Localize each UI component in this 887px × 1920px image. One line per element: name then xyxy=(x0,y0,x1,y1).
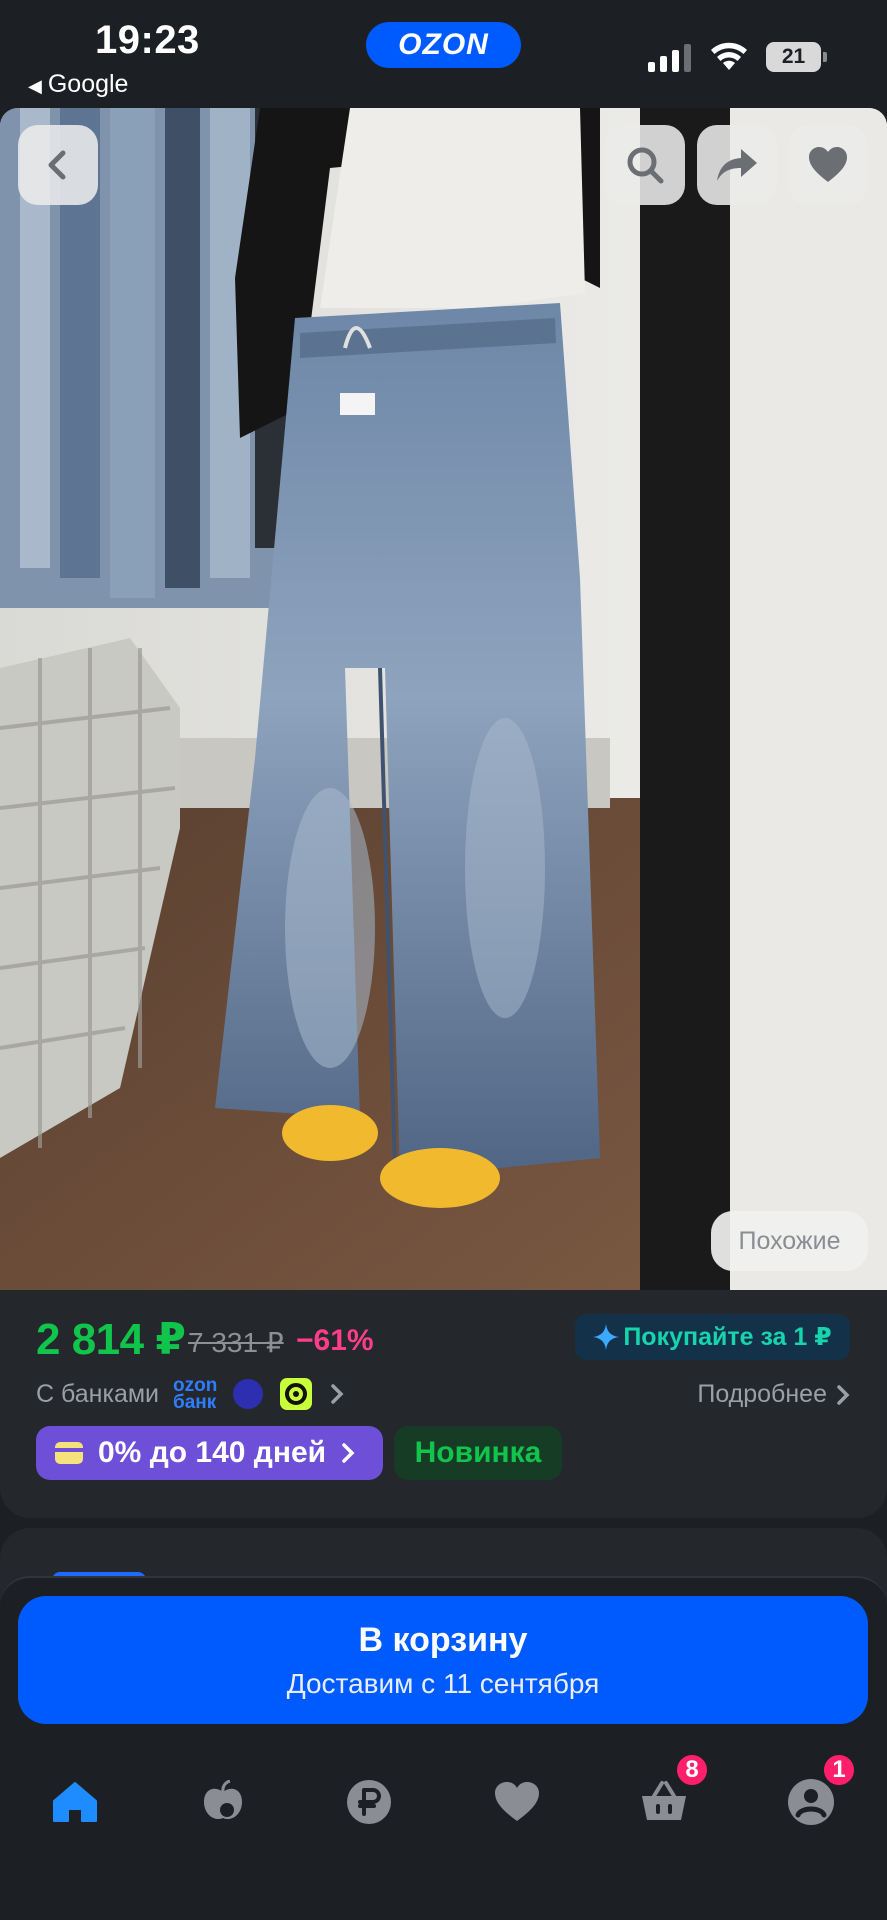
ozon-bank-logo-text-2: банк xyxy=(173,1392,217,1413)
bank-logo-round-icon xyxy=(233,1379,264,1409)
product-photo[interactable] xyxy=(0,108,887,1290)
chevron-right-icon xyxy=(837,1384,850,1405)
chevron-left-icon xyxy=(48,150,66,180)
status-time: 19:23 xyxy=(95,18,200,62)
tab-home[interactable] xyxy=(39,1766,111,1838)
cart-count-badge: 8 xyxy=(674,1752,710,1788)
tab-fresh[interactable] xyxy=(187,1766,259,1838)
installment-button[interactable]: 0% до 140 дней xyxy=(36,1426,383,1480)
profile-notification-badge: 1 xyxy=(821,1752,857,1788)
search-button[interactable] xyxy=(605,125,685,205)
search-icon xyxy=(627,147,664,184)
heart-icon xyxy=(809,147,847,182)
status-bar: 19:23 ◀ Google OZON 21 xyxy=(0,0,887,108)
share-icon xyxy=(717,149,757,181)
cart-icon xyxy=(642,1781,686,1820)
back-app-label: Google xyxy=(47,70,129,98)
bank-logo-green-icon xyxy=(280,1378,313,1410)
back-button[interactable] xyxy=(18,125,98,205)
profile-icon xyxy=(788,1779,834,1825)
add-to-cart-label: В корзину xyxy=(358,1620,528,1659)
product-photo-illustration xyxy=(0,108,887,1290)
share-button[interactable] xyxy=(697,125,777,205)
bottom-bar: В корзину Доставим с 11 сентября 8 1 xyxy=(0,1576,887,1920)
promo-label: Покупайте за 1 ₽ xyxy=(623,1323,832,1351)
similar-button[interactable]: Похожие xyxy=(711,1211,868,1271)
favorite-button[interactable] xyxy=(788,125,868,205)
fresh-icon xyxy=(204,1780,242,1820)
discount-badge: −61% xyxy=(296,1324,374,1357)
tab-favorites[interactable] xyxy=(481,1766,553,1838)
details-link[interactable]: Подробнее xyxy=(697,1380,851,1409)
delivery-date-label: Доставим с 11 сентября xyxy=(286,1667,600,1699)
back-to-app-link[interactable]: ◀ Google xyxy=(28,70,128,99)
ozon-bank-logo: ozon банк xyxy=(173,1376,217,1413)
price-card: 2 814 ₽ 7 331 ₽ −61% Покупайте за 1 ₽ С … xyxy=(0,1290,887,1518)
tab-finance[interactable] xyxy=(333,1766,405,1838)
bank-offers-row[interactable]: С банками ozon банк xyxy=(36,1372,347,1416)
wifi-icon xyxy=(711,42,747,70)
old-price: 7 331 ₽ xyxy=(188,1327,284,1358)
home-icon xyxy=(53,1782,97,1822)
banks-label: С банками xyxy=(36,1379,159,1408)
new-badge: Новинка xyxy=(394,1426,562,1480)
add-to-cart-button[interactable]: В корзину Доставим с 11 сентября xyxy=(18,1596,868,1724)
ruble-icon xyxy=(347,1780,391,1824)
battery-nub xyxy=(823,52,827,62)
ozon-logo: OZON xyxy=(366,22,521,68)
chevron-right-icon xyxy=(331,1384,344,1404)
cellular-signal-icon xyxy=(648,44,691,72)
promo-button[interactable]: Покупайте за 1 ₽ xyxy=(575,1314,850,1360)
card-icon xyxy=(55,1442,83,1464)
tab-cart[interactable]: 8 xyxy=(628,1752,710,1838)
current-price: 2 814 ₽ xyxy=(36,1315,186,1364)
back-triangle-icon: ◀ xyxy=(28,76,42,96)
tab-bar: 8 1 xyxy=(0,1752,887,1846)
sparkle-icon xyxy=(593,1324,620,1350)
installment-label: 0% до 140 дней xyxy=(98,1436,327,1469)
chevron-right-icon xyxy=(342,1443,355,1463)
details-label: Подробнее xyxy=(697,1380,827,1408)
favorites-icon xyxy=(495,1782,539,1821)
tab-profile[interactable]: 1 xyxy=(775,1752,857,1838)
battery-indicator: 21 xyxy=(766,42,827,72)
battery-level: 21 xyxy=(766,42,821,72)
